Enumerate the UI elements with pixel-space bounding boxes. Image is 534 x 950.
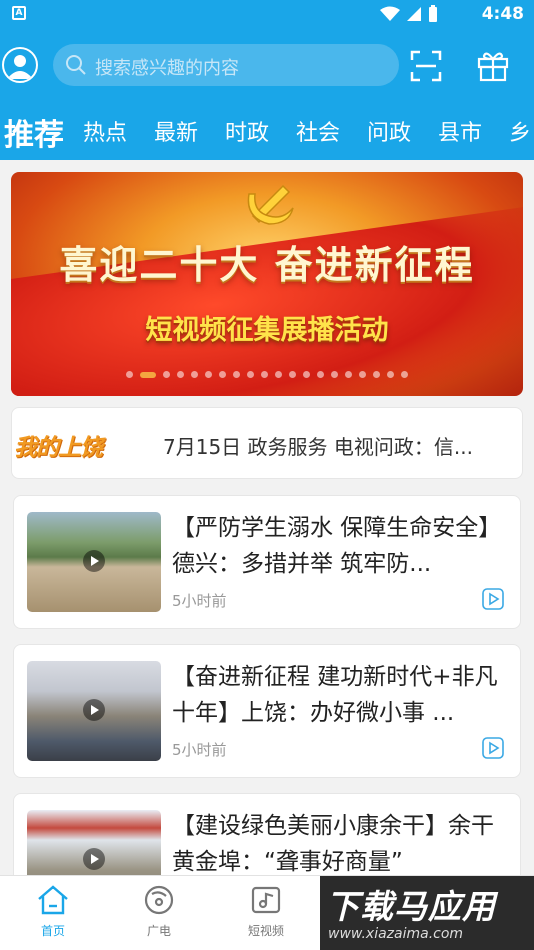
carousel-dot[interactable] xyxy=(387,371,394,378)
gift-icon[interactable] xyxy=(477,48,509,82)
news-card[interactable]: 【奋进新征程 建功新时代+非凡十年】上饶：办好微小事 ... 5小时前 xyxy=(13,644,521,778)
search-input[interactable]: 搜索感兴趣的内容 xyxy=(53,44,399,86)
banner-subline: 短视频征集展播活动 xyxy=(145,315,389,346)
wifi-icon xyxy=(380,6,400,21)
carousel-dot[interactable] xyxy=(205,371,212,378)
ticker-logo: 我的上饶 xyxy=(14,435,103,461)
news-card[interactable]: 【严防学生溺水 保障生命安全】德兴：多措并举 筑牢防... 5小时前 xyxy=(13,495,521,629)
news-ticker[interactable]: 我的上饶 7月15日 政务服务 电视问政：信... xyxy=(11,407,523,479)
video-icon xyxy=(482,737,504,759)
clock: 4:48 xyxy=(481,4,524,24)
watermark-url: www.xiazaima.com xyxy=(328,926,464,942)
home-icon xyxy=(38,885,68,915)
nav-short-video[interactable]: 短视频 xyxy=(231,884,301,939)
emblem-icon xyxy=(247,184,294,225)
app-notification-icon: A xyxy=(12,6,26,20)
news-title[interactable]: 【奋进新征程 建功新时代+非凡十年】上饶：办好微小事 ... xyxy=(172,659,510,731)
search-icon xyxy=(66,55,86,75)
banner-headline: 喜迎二十大 奋进新征程 xyxy=(59,243,475,287)
search-placeholder: 搜索感兴趣的内容 xyxy=(95,58,239,79)
carousel-dot[interactable] xyxy=(163,371,170,378)
broadcast-icon xyxy=(144,885,174,915)
carousel-dot[interactable] xyxy=(289,371,296,378)
carousel-dot[interactable] xyxy=(303,371,310,378)
nav-label: 短视频 xyxy=(247,924,284,938)
watermark-text: 下载马应用 xyxy=(326,887,496,926)
carousel-dot[interactable] xyxy=(261,371,268,378)
nav-label: 首页 xyxy=(40,924,65,938)
carousel-dot[interactable] xyxy=(177,371,184,378)
battery-icon xyxy=(429,5,437,22)
news-title[interactable]: 【建设绿色美丽小康余干】余干黄金埠：“聋事好商量” xyxy=(172,808,510,880)
carousel-indicator xyxy=(11,371,523,378)
nav-label: 广电 xyxy=(146,924,171,938)
play-icon xyxy=(83,699,105,721)
banner-carousel[interactable]: 喜迎二十大 奋进新征程 短视频征集展播活动 xyxy=(11,172,523,396)
tab-latest[interactable]: 最新 xyxy=(154,115,198,147)
nav-broadcast[interactable]: 广电 xyxy=(124,884,194,939)
news-title[interactable]: 【严防学生溺水 保障生命安全】德兴：多措并举 筑牢防... xyxy=(172,510,510,582)
carousel-dot[interactable] xyxy=(126,371,133,378)
tab-counties[interactable]: 县市 xyxy=(438,115,482,147)
tab-inquiry[interactable]: 问政 xyxy=(367,115,411,147)
category-tabs: 推荐 热点 最新 时政 社会 问政 县市 乡 xyxy=(0,102,534,160)
news-thumbnail xyxy=(27,810,161,882)
status-bar: A 4:48 xyxy=(0,0,534,28)
tab-politics[interactable]: 时政 xyxy=(225,115,269,147)
top-bar: 搜索感兴趣的内容 xyxy=(0,28,534,102)
carousel-dot[interactable] xyxy=(219,371,226,378)
news-card[interactable]: 【建设绿色美丽小康余干】余干黄金埠：“聋事好商量” xyxy=(13,793,521,883)
ticker-text[interactable]: 7月15日 政务服务 电视问政：信... xyxy=(163,431,511,460)
tab-township[interactable]: 乡 xyxy=(509,115,531,147)
tab-society[interactable]: 社会 xyxy=(296,115,340,147)
news-thumbnail xyxy=(27,661,161,761)
carousel-dot[interactable] xyxy=(359,371,366,378)
news-time: 5小时前 xyxy=(172,741,227,759)
carousel-dot[interactable] xyxy=(373,371,380,378)
tab-hot[interactable]: 热点 xyxy=(83,115,127,147)
video-icon xyxy=(482,588,504,610)
watermark-overlay: 下载马应用 www.xiazaima.com xyxy=(320,876,534,950)
tab-recommend[interactable]: 推荐 xyxy=(4,110,64,154)
signal-icon xyxy=(407,7,421,21)
carousel-dot[interactable] xyxy=(345,371,352,378)
nav-home[interactable]: 首页 xyxy=(18,884,88,939)
play-icon xyxy=(83,550,105,572)
carousel-dot[interactable] xyxy=(275,371,282,378)
carousel-dot[interactable] xyxy=(191,371,198,378)
news-time: 5小时前 xyxy=(172,592,227,610)
play-icon xyxy=(83,848,105,870)
carousel-dot[interactable] xyxy=(317,371,324,378)
carousel-dot[interactable] xyxy=(247,371,254,378)
carousel-dot-active[interactable] xyxy=(140,371,156,378)
scan-icon[interactable] xyxy=(410,50,442,82)
short-video-icon xyxy=(251,886,281,914)
carousel-dot[interactable] xyxy=(233,371,240,378)
avatar-icon[interactable] xyxy=(2,47,38,83)
carousel-dot[interactable] xyxy=(331,371,338,378)
news-thumbnail xyxy=(27,512,161,612)
carousel-dot[interactable] xyxy=(401,371,408,378)
